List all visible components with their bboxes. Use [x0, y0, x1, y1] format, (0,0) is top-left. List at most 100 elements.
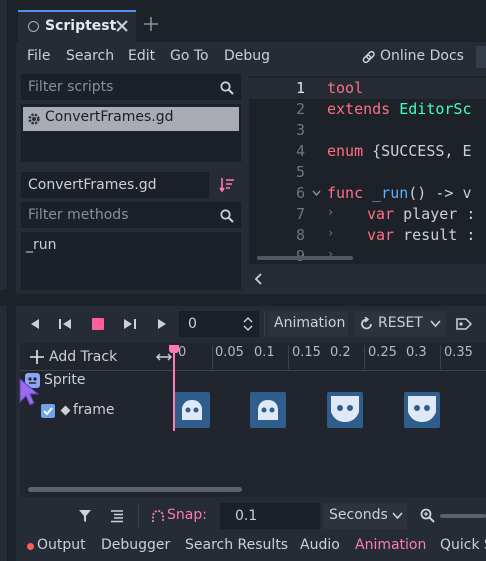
current-script-name: ConvertFrames.gd — [28, 177, 157, 193]
filter-methods-input[interactable]: Filter methods — [21, 202, 241, 228]
keyframe-sprite-frame-2[interactable] — [327, 392, 363, 428]
tick-label: 0.3 — [406, 345, 427, 360]
playhead[interactable] — [173, 345, 175, 431]
menu-edit[interactable]: Edit — [128, 48, 155, 64]
sort-icon[interactable] — [219, 177, 235, 193]
tick-label: 0.05 — [215, 345, 244, 360]
code-token: var — [367, 226, 395, 244]
zoom-slider[interactable] — [440, 514, 486, 518]
snap-step-value: 0.1 — [235, 508, 258, 524]
play-backwards-icon[interactable] — [28, 317, 42, 331]
keyframe-sprite-frame-1[interactable] — [250, 392, 286, 428]
add-track-label: Add Track — [49, 349, 118, 365]
fold-arrow-icon[interactable] — [312, 190, 321, 197]
code-token: var — [367, 205, 395, 223]
search-icon — [220, 209, 234, 223]
code-line-2: extends EditorSc — [327, 100, 472, 118]
docs-panel-edge — [476, 46, 486, 68]
animation-menu-label: Animation — [274, 315, 346, 331]
snap-unit-label: Seconds — [329, 507, 388, 523]
line-number: 1 — [295, 79, 305, 97]
animation-menu-button[interactable]: Animation — [268, 311, 348, 337]
snap-step-input[interactable]: 0.1 — [220, 503, 320, 529]
circle-icon — [28, 21, 39, 32]
menu-goto[interactable]: Go To — [170, 48, 209, 64]
chevron-down-icon — [392, 512, 403, 520]
online-docs-label: Online Docs — [380, 48, 464, 64]
method-list: _run — [21, 232, 241, 290]
code-line-6: func _run() -> v — [327, 184, 472, 202]
frame-spinbox[interactable]: 0 — [179, 311, 259, 337]
snap-unit-dropdown[interactable]: Seconds — [323, 503, 407, 529]
bottom-tab-output[interactable]: Output — [37, 537, 86, 553]
playhead-handle[interactable] — [169, 345, 179, 353]
tick-label: 0 — [178, 345, 187, 360]
bottom-tab-animation[interactable]: Animation — [355, 537, 426, 553]
tick-line — [212, 345, 213, 369]
line-number: 8 — [295, 226, 305, 244]
indent-arrow-icon: › — [327, 226, 335, 240]
code-token: func — [327, 184, 364, 202]
track-list-icon[interactable] — [110, 509, 124, 523]
left-dock-edge-lower — [0, 306, 8, 561]
add-track-button[interactable]: Add Track — [30, 347, 122, 369]
code-line-4: enum {SUCCESS, E — [327, 142, 472, 160]
line-number: 4 — [295, 142, 305, 160]
bottom-tab-quick-settings[interactable]: Quick S — [440, 537, 486, 553]
tick-label: 0.1 — [254, 345, 275, 360]
autoplay-tag-icon[interactable] — [456, 317, 472, 331]
menu-debug[interactable]: Debug — [224, 48, 270, 64]
play-from-start-icon[interactable] — [121, 317, 137, 331]
toolbar-separator — [264, 312, 265, 336]
tick-label: 0.25 — [368, 345, 397, 360]
output-error-dot — [27, 543, 34, 550]
line-number: 5 — [295, 163, 305, 181]
panel-splitter[interactable] — [0, 294, 486, 306]
track-enable-checkbox[interactable] — [41, 404, 55, 418]
chevron-left-icon[interactable] — [254, 272, 264, 286]
link-icon — [361, 50, 376, 65]
close-icon[interactable] — [115, 19, 129, 33]
zoom-width-icon[interactable] — [156, 351, 172, 363]
play-backwards-from-end-icon[interactable] — [58, 317, 74, 331]
chevron-down-icon — [430, 320, 441, 328]
ruler-separator — [20, 370, 486, 371]
stop-icon[interactable] — [92, 318, 104, 330]
timeline-scrollbar[interactable] — [28, 487, 242, 492]
script-list-item[interactable]: ConvertFrames.gd — [23, 107, 239, 131]
snap-icon[interactable] — [151, 510, 165, 524]
tick-label: 0.35 — [444, 345, 473, 360]
code-line-8: var result : — [367, 226, 475, 244]
timeline-ruler[interactable]: 0 0.05 0.1 0.15 0.2 0.25 0.3 0.35 — [174, 345, 486, 369]
script-list-item-label: ConvertFrames.gd — [45, 109, 174, 125]
code-editor[interactable]: 1 2 3 4 5 6 7 8 9 tool extends EditorSc … — [249, 76, 486, 264]
bottom-tab-debugger[interactable]: Debugger — [101, 537, 170, 553]
indent-arrow-icon: › — [327, 205, 335, 219]
horizontal-scrollbar[interactable] — [257, 256, 353, 260]
tab-title: Scriptest — [45, 18, 117, 34]
filter-scripts-input[interactable]: Filter scripts — [21, 74, 241, 100]
left-dock-edge — [0, 0, 8, 290]
menu-search[interactable]: Search — [66, 48, 114, 64]
tick-line — [364, 345, 365, 369]
code-token: EditorSc — [399, 100, 472, 118]
code-token: result : — [403, 226, 476, 244]
bottom-tab-audio[interactable]: Audio — [300, 537, 340, 553]
play-icon[interactable] — [155, 317, 169, 331]
menu-file[interactable]: File — [27, 48, 50, 64]
filter-icon[interactable] — [78, 509, 92, 523]
keyframe-sprite-frame-0[interactable] — [174, 392, 210, 428]
frame-value: 0 — [188, 316, 197, 332]
method-item[interactable]: _run — [26, 237, 57, 253]
bottom-tab-search-results[interactable]: Search Results — [185, 537, 288, 553]
animation-selector[interactable]: RESET — [354, 311, 446, 337]
tab-scriptest[interactable]: Scriptest — [18, 10, 136, 42]
keyframe-sprite-frame-3[interactable] — [404, 392, 440, 428]
animation-selector-label: RESET — [378, 315, 423, 331]
code-line-7: var player : — [367, 205, 475, 223]
new-tab-plus-icon[interactable] — [143, 16, 159, 32]
gear-icon — [27, 112, 41, 126]
updown-arrows-icon[interactable] — [242, 316, 254, 332]
reload-icon — [360, 317, 374, 331]
track-group-name[interactable]: Sprite — [44, 372, 86, 388]
